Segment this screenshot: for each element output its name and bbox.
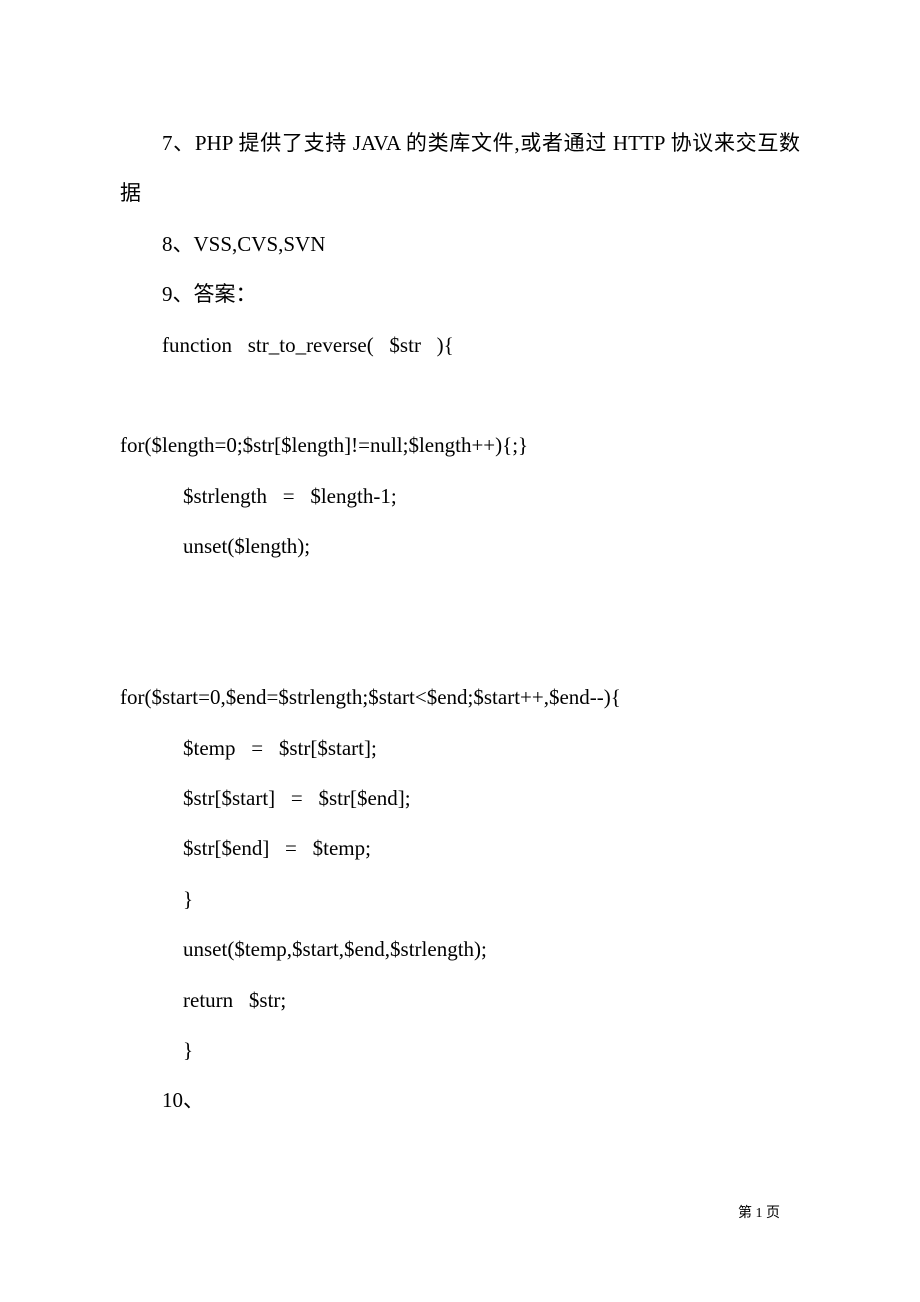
text-line: 7、PHP 提供了支持 JAVA 的类库文件,或者通过 HTTP 协议来交互数据 <box>120 118 800 219</box>
code-line: $str[$end] = $temp; <box>120 823 800 873</box>
text-line: 8、VSS,CVS,SVN <box>120 219 800 269</box>
code-line: $str[$start] = $str[$end]; <box>120 773 800 823</box>
text-line: 9、答案： <box>120 269 800 319</box>
page-number: 第 1 页 <box>738 1202 780 1222</box>
code-line: } <box>120 874 800 924</box>
code-line: unset($temp,$start,$end,$strlength); <box>120 924 800 974</box>
blank-line <box>120 370 800 420</box>
text-line: 10、 <box>120 1075 800 1125</box>
code-line: for($length=0;$str[$length]!=null;$lengt… <box>120 420 800 470</box>
blank-line <box>120 572 800 622</box>
code-line: for($start=0,$end=$strlength;$start<$end… <box>120 672 800 722</box>
code-line: unset($length); <box>120 521 800 571</box>
code-line: } <box>120 1025 800 1075</box>
blank-line <box>120 622 800 672</box>
code-line: $strlength = $length-1; <box>120 471 800 521</box>
code-line: function str_to_reverse( $str ){ <box>120 320 800 370</box>
code-line: $temp = $str[$start]; <box>120 723 800 773</box>
document-page: 7、PHP 提供了支持 JAVA 的类库文件,或者通过 HTTP 协议来交互数据… <box>0 0 920 1126</box>
code-line: return $str; <box>120 975 800 1025</box>
